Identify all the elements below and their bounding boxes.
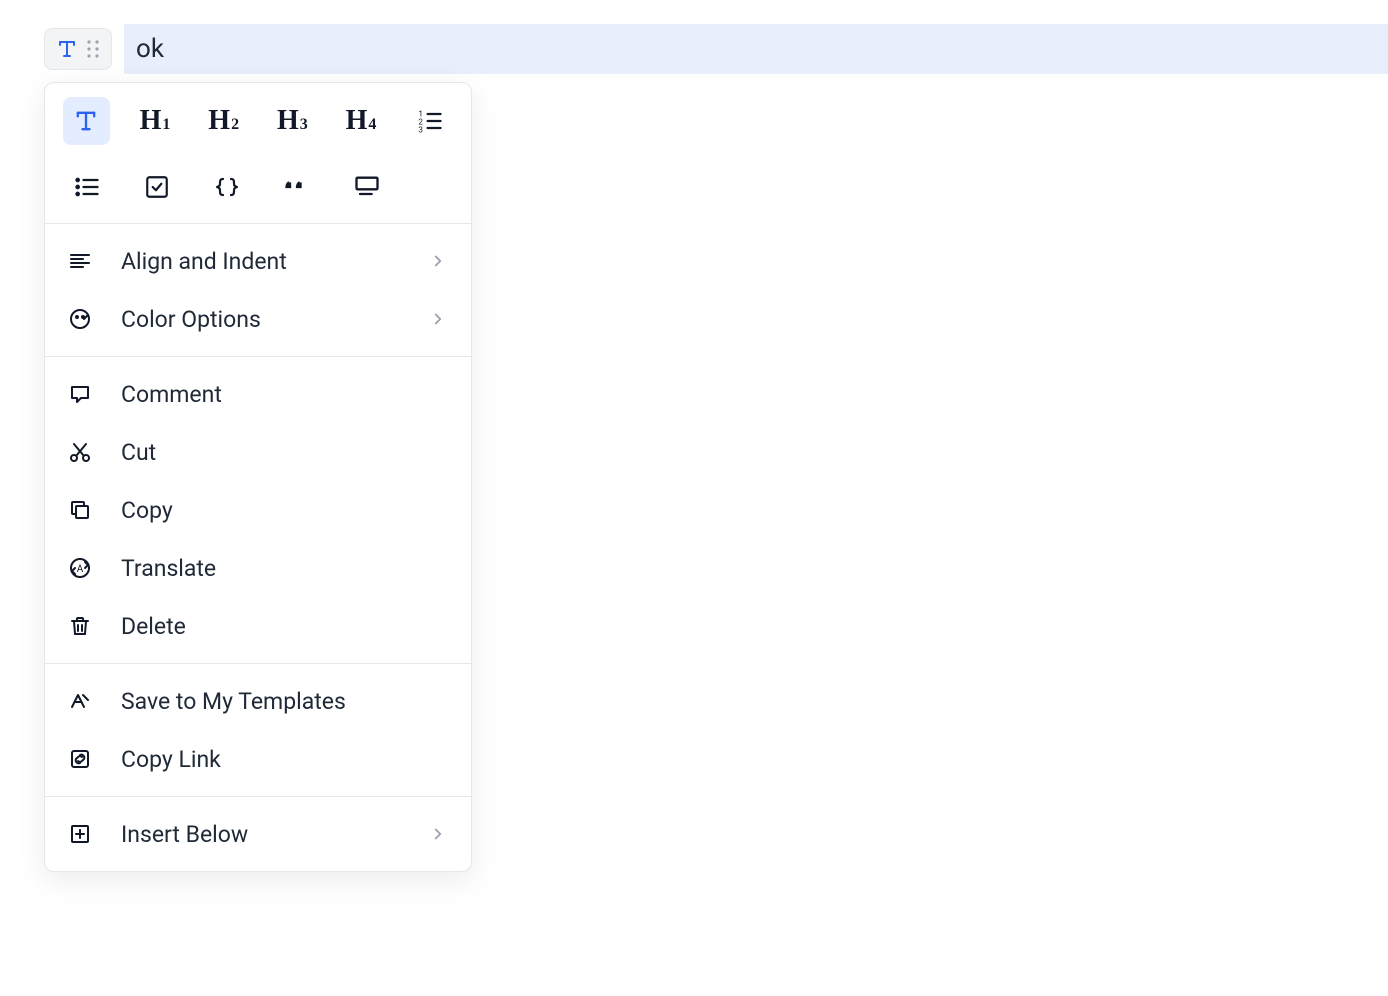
format-h3-button[interactable]: H3 (269, 97, 316, 145)
cut-item[interactable]: Cut (45, 423, 471, 481)
align-indent-item[interactable]: Align and Indent (45, 232, 471, 290)
link-icon (67, 746, 93, 772)
copy-icon (67, 497, 93, 523)
text-block-content[interactable]: ok (124, 24, 1388, 74)
format-h4-button[interactable]: H4 (338, 97, 385, 145)
format-h1-button[interactable]: H1 (132, 97, 179, 145)
chevron-right-icon (429, 825, 447, 843)
menu-section-actions: Comment Cut Copy A Translate Delete (45, 357, 471, 663)
drag-handle-icon[interactable] (83, 35, 103, 63)
template-icon (67, 688, 93, 714)
copy-link-label: Copy Link (121, 746, 447, 773)
insert-below-label: Insert Below (121, 821, 401, 848)
format-row-2 (63, 163, 453, 211)
copy-item[interactable]: Copy (45, 481, 471, 539)
format-ordered-list-button[interactable]: 1 2 3 (406, 97, 453, 145)
format-row-1: H1 H2 H3 H4 1 2 3 (63, 97, 453, 145)
format-h2-button[interactable]: H2 (200, 97, 247, 145)
scissors-icon (67, 439, 93, 465)
save-template-label: Save to My Templates (121, 688, 447, 715)
comment-item[interactable]: Comment (45, 365, 471, 423)
menu-section-insert: Insert Below (45, 797, 471, 871)
align-indent-label: Align and Indent (121, 248, 401, 275)
color-options-item[interactable]: Color Options (45, 290, 471, 348)
color-options-label: Color Options (121, 306, 401, 333)
chevron-right-icon (429, 252, 447, 270)
format-callout-button[interactable] (343, 163, 391, 211)
cut-label: Cut (121, 439, 447, 466)
save-template-item[interactable]: Save to My Templates (45, 672, 471, 730)
format-quote-button[interactable] (273, 163, 321, 211)
palette-icon (67, 306, 93, 332)
translate-label: Translate (121, 555, 447, 582)
svg-text:3: 3 (418, 125, 423, 135)
format-bullet-list-button[interactable] (63, 163, 111, 211)
align-left-icon (67, 248, 93, 274)
trash-icon (67, 613, 93, 639)
text-type-icon (53, 35, 81, 63)
block-context-menu: H1 H2 H3 H4 1 2 3 (44, 82, 472, 872)
translate-icon: A (67, 555, 93, 581)
copy-link-item[interactable]: Copy Link (45, 730, 471, 788)
menu-section-share: Save to My Templates Copy Link (45, 664, 471, 796)
format-options: H1 H2 H3 H4 1 2 3 (45, 83, 471, 223)
translate-item[interactable]: A Translate (45, 539, 471, 597)
svg-text:A: A (77, 564, 84, 575)
text-block-row: ok (44, 24, 1388, 74)
format-checklist-button[interactable] (133, 163, 181, 211)
comment-icon (67, 381, 93, 407)
delete-label: Delete (121, 613, 447, 640)
insert-below-item[interactable]: Insert Below (45, 805, 471, 863)
plus-box-icon (67, 821, 93, 847)
copy-label: Copy (121, 497, 447, 524)
chevron-right-icon (429, 310, 447, 328)
format-text-button[interactable] (63, 97, 110, 145)
menu-section-format: Align and Indent Color Options (45, 224, 471, 356)
format-code-button[interactable] (203, 163, 251, 211)
comment-label: Comment (121, 381, 447, 408)
block-handle[interactable] (44, 28, 112, 70)
delete-item[interactable]: Delete (45, 597, 471, 655)
